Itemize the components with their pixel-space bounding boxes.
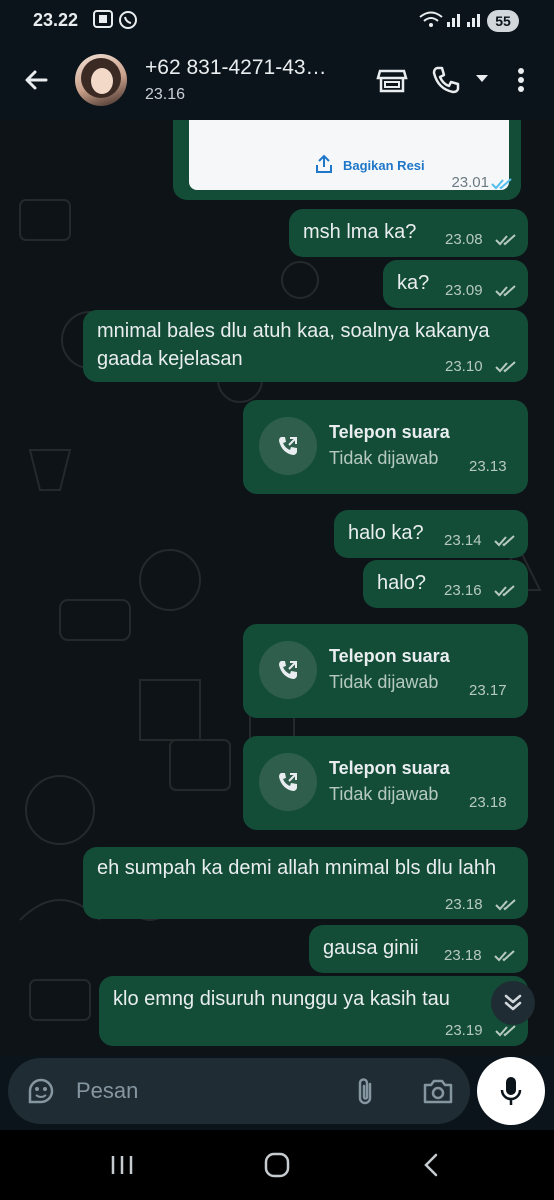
chevron-down-icon[interactable] — [474, 72, 490, 90]
attach-icon[interactable] — [354, 1076, 376, 1108]
recent-apps-icon[interactable] — [110, 1154, 134, 1176]
message-time: 23.14 — [444, 532, 482, 549]
message-bubble-outgoing[interactable]: klo emng disuruh nunggu ya kasih tau 23.… — [99, 976, 528, 1046]
status-bar: 23.22 55 — [0, 0, 554, 44]
delivered-ticks-icon — [495, 1025, 516, 1037]
message-text: ka? — [397, 272, 430, 294]
message-time: 23.17 — [469, 682, 507, 699]
message-bubble-outgoing[interactable]: halo? 23.16 — [363, 560, 528, 608]
call-status: Tidak dijawab — [329, 672, 439, 692]
message-text: eh sumpah ka demi allah mnimal bls dlu l… — [97, 857, 497, 879]
message-text: halo? — [377, 572, 426, 594]
delivered-ticks-icon — [495, 234, 516, 246]
message-time: 23.09 — [445, 282, 483, 299]
delivered-ticks-icon — [494, 585, 515, 597]
message-time: 23.08 — [445, 231, 483, 248]
message-bubble-outgoing[interactable]: ka? 23.09 — [383, 260, 528, 308]
more-options-icon[interactable] — [514, 64, 528, 101]
outgoing-call-icon — [279, 661, 297, 679]
status-time: 23.22 — [33, 10, 79, 30]
chat-header: +62 831-4271-43… 23.16 — [0, 44, 554, 120]
message-time: 23.10 — [445, 358, 483, 375]
battery-indicator: 55 — [487, 10, 519, 32]
outgoing-call-icon — [279, 437, 297, 455]
outgoing-call-icon — [279, 773, 297, 791]
delivered-ticks-icon — [494, 950, 515, 962]
call-title: Telepon suara — [329, 758, 450, 778]
call-status: Tidak dijawab — [329, 448, 439, 468]
home-icon[interactable] — [264, 1152, 290, 1178]
nav-back-icon[interactable] — [422, 1152, 440, 1178]
missed-call-bubble[interactable]: Telepon suara Tidak dijawab 23.13 — [243, 400, 528, 494]
scroll-to-bottom-button[interactable] — [491, 981, 535, 1025]
message-input[interactable]: Pesan — [76, 1078, 138, 1104]
message-text: halo ka? — [348, 522, 424, 544]
message-text: mnimal bales dlu atuh kaa, soalnya kakan… — [97, 320, 490, 370]
message-time: 23.13 — [469, 458, 507, 475]
store-icon[interactable] — [376, 64, 408, 101]
signal-icon — [446, 10, 464, 33]
share-icon — [316, 154, 332, 173]
screenshot-icon — [93, 10, 113, 33]
delivered-ticks-icon — [495, 899, 516, 911]
contact-name[interactable]: +62 831-4271-43… — [145, 56, 327, 80]
message-time: 23.18 — [469, 794, 507, 811]
delivered-ticks-icon — [495, 361, 516, 373]
share-receipt-button[interactable]: Bagikan Resi — [343, 158, 425, 173]
whatsapp-icon — [118, 10, 138, 35]
missed-call-bubble[interactable]: Telepon suara Tidak dijawab 23.18 — [243, 736, 528, 830]
camera-icon[interactable] — [422, 1077, 454, 1105]
voice-message-button[interactable] — [477, 1057, 545, 1125]
read-ticks-icon — [491, 178, 512, 190]
call-icon-circle — [259, 641, 317, 699]
receipt-message[interactable]: Bagikan Resi 23.01 — [173, 120, 521, 200]
message-time: 23.01 — [451, 174, 489, 191]
wifi-icon — [418, 10, 444, 33]
message-time: 23.19 — [445, 1022, 483, 1039]
message-time: 23.18 — [445, 896, 483, 913]
message-bubble-outgoing[interactable]: halo ka? 23.14 — [334, 510, 528, 558]
delivered-ticks-icon — [495, 285, 516, 297]
message-time: 23.16 — [444, 582, 482, 599]
message-bubble-outgoing[interactable]: mnimal bales dlu atuh kaa, soalnya kakan… — [83, 310, 528, 382]
call-title: Telepon suara — [329, 646, 450, 666]
call-icon-circle — [259, 417, 317, 475]
call-icon-circle — [259, 753, 317, 811]
delivered-ticks-icon — [494, 535, 515, 547]
system-nav-bar — [0, 1130, 554, 1200]
last-seen-time: 23.16 — [145, 86, 186, 103]
contact-avatar[interactable] — [75, 54, 127, 106]
message-bubble-outgoing[interactable]: gausa ginii 23.18 — [309, 925, 528, 973]
message-composer[interactable]: Pesan — [8, 1058, 470, 1124]
message-time: 23.18 — [444, 947, 482, 964]
message-bubble-outgoing[interactable]: eh sumpah ka demi allah mnimal bls dlu l… — [83, 847, 528, 919]
double-chevron-down-icon — [504, 994, 522, 1011]
message-text: msh lma ka? — [303, 221, 417, 243]
call-status: Tidak dijawab — [329, 784, 439, 804]
missed-call-bubble[interactable]: Telepon suara Tidak dijawab 23.17 — [243, 624, 528, 718]
message-text: klo emng disuruh nunggu ya kasih tau — [113, 988, 450, 1010]
microphone-icon — [500, 1077, 522, 1105]
sticker-icon[interactable] — [26, 1076, 56, 1106]
message-text: gausa ginii — [323, 937, 419, 959]
message-bubble-outgoing[interactable]: msh lma ka? 23.08 — [289, 209, 528, 257]
message-list[interactable]: Bagikan Resi 23.01 msh lma ka? 23.08 ka?… — [0, 120, 554, 1055]
avatar-face-shape — [91, 68, 113, 94]
phone-call-icon[interactable] — [430, 64, 462, 101]
signal-icon-2 — [466, 10, 484, 33]
call-title: Telepon suara — [329, 422, 450, 442]
back-arrow-icon[interactable] — [20, 64, 52, 96]
